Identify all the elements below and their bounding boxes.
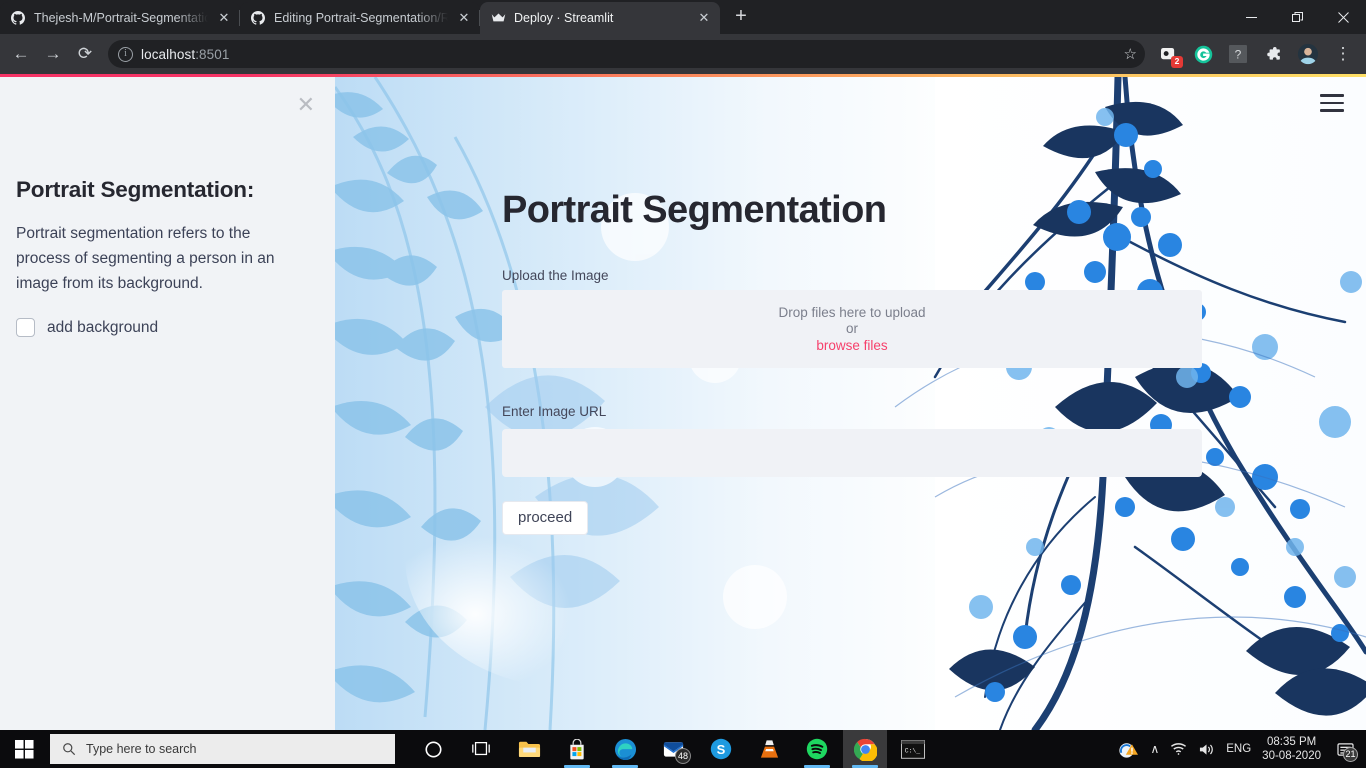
svg-text:S: S — [717, 742, 726, 757]
sidebar-description: Portrait segmentation refers to the proc… — [16, 225, 275, 292]
dropzone-drop-text: Drop files here to upload — [778, 304, 926, 320]
streamlit-icon — [490, 10, 506, 26]
new-tab-button[interactable]: + — [726, 2, 756, 32]
file-uploader-dropzone[interactable]: Drop files here to upload or browse file… — [502, 290, 1202, 368]
system-tray: ∧ ENG 08:35 PM 30-08-2020 21 — [1118, 730, 1366, 768]
wifi-icon[interactable] — [1170, 742, 1187, 756]
site-info-icon[interactable]: i — [118, 46, 133, 62]
file-explorer-icon[interactable] — [507, 730, 551, 768]
vlc-icon[interactable] — [747, 730, 791, 768]
streamlit-main-area: Portrait Segmentation Upload the Image D… — [335, 77, 1366, 730]
github-icon — [250, 10, 266, 26]
screen-capture-badge: 2 — [1171, 56, 1183, 68]
add-background-checkbox[interactable] — [16, 318, 35, 337]
profile-avatar[interactable] — [1295, 41, 1321, 67]
browser-titlebar: Thejesh-M/Portrait-Segmentation ✕ Editin… — [0, 0, 1366, 34]
skype-icon[interactable]: S — [699, 730, 743, 768]
svg-text:?: ? — [1235, 48, 1242, 62]
tab-title: Thejesh-M/Portrait-Segmentation — [34, 11, 208, 25]
add-background-label: add background — [47, 318, 159, 336]
browser-tab-1[interactable]: Thejesh-M/Portrait-Segmentation ✕ — [0, 2, 240, 34]
proceed-button[interactable]: proceed — [502, 501, 589, 535]
page-title: Portrait Segmentation — [502, 189, 887, 231]
screen-capture-icon[interactable]: 2 — [1155, 41, 1183, 68]
command-prompt-icon[interactable]: C:\_ — [891, 730, 935, 768]
update-warning-icon[interactable] — [1118, 740, 1139, 759]
dropzone-or-text: or — [845, 321, 858, 337]
tab-title: Deploy · Streamlit — [514, 11, 614, 25]
image-url-label: Enter Image URL — [502, 404, 607, 419]
streamlit-decoration-bar — [0, 74, 1366, 77]
extensions-puzzle-icon[interactable] — [1260, 41, 1286, 67]
page-viewport: Portrait Segmentation Upload the Image D… — [0, 74, 1366, 730]
streamlit-main-menu-icon[interactable] — [1320, 94, 1344, 112]
search-icon — [63, 743, 76, 756]
grammarly-icon[interactable] — [1190, 41, 1216, 67]
help-icon[interactable]: ? — [1225, 41, 1251, 67]
svg-text:C:\_: C:\_ — [905, 747, 921, 754]
notification-center-icon[interactable]: 21 — [1332, 730, 1358, 768]
back-button[interactable]: ← — [6, 39, 36, 69]
restore-button[interactable] — [1274, 0, 1320, 34]
bookmark-star-icon[interactable]: ☆ — [1124, 45, 1137, 63]
chrome-menu-icon[interactable]: ⋮ — [1330, 41, 1356, 67]
clock-date: 30-08-2020 — [1262, 750, 1321, 762]
mail-badge: 48 — [675, 748, 691, 764]
volume-icon[interactable] — [1198, 742, 1215, 757]
spotify-icon[interactable] — [795, 730, 839, 768]
sidebar-close-icon[interactable]: ✕ — [297, 94, 315, 116]
hamburger-bar — [1320, 94, 1344, 97]
browse-files-link[interactable]: browse files — [816, 338, 887, 354]
language-indicator[interactable]: ENG — [1226, 743, 1251, 755]
mail-icon[interactable]: 48 — [651, 730, 695, 768]
chrome-browser-window: Thejesh-M/Portrait-Segmentation ✕ Editin… — [0, 0, 1366, 768]
app-content: Portrait Segmentation Upload the Image D… — [502, 77, 1202, 535]
chrome-icon[interactable] — [843, 730, 887, 768]
browser-tab-3[interactable]: Deploy · Streamlit ✕ — [480, 2, 720, 34]
notification-count-badge: 21 — [1343, 747, 1358, 762]
sidebar-title: Portrait Segmentation: — [16, 177, 255, 202]
tab-close-icon[interactable]: ✕ — [696, 10, 712, 26]
image-url-input[interactable] — [502, 429, 1202, 477]
windows-taskbar: Type here to search 48 S C:\_ ∧ ENG 08:3… — [0, 730, 1366, 768]
tray-expand-chevron-icon[interactable]: ∧ — [1150, 742, 1159, 756]
hamburger-bar — [1320, 101, 1344, 105]
forward-button[interactable]: → — [38, 39, 68, 69]
taskbar-search-placeholder: Type here to search — [86, 742, 197, 756]
url-port: :8501 — [195, 46, 230, 62]
hamburger-bar — [1320, 109, 1344, 112]
window-controls — [1228, 0, 1366, 34]
streamlit-sidebar: ✕ Portrait Segmentation: Portrait segmen… — [0, 77, 335, 730]
github-icon — [10, 10, 26, 26]
browser-toolbar: ← → ⟳ i localhost:8501 ☆ 2 ? ⋮ — [0, 34, 1366, 74]
taskbar-clock[interactable]: 08:35 PM 30-08-2020 — [1262, 735, 1321, 763]
tab-title: Editing Portrait-Segmentation/README.md — [274, 11, 448, 25]
task-view-icon[interactable] — [459, 730, 503, 768]
file-uploader-label: Upload the Image — [502, 268, 609, 283]
tab-strip: Thejesh-M/Portrait-Segmentation ✕ Editin… — [0, 0, 756, 34]
reload-button[interactable]: ⟳ — [70, 39, 100, 69]
edge-icon[interactable] — [603, 730, 647, 768]
address-bar[interactable]: i localhost:8501 ☆ — [108, 40, 1145, 68]
taskbar-app-icons: 48 S C:\_ — [411, 730, 935, 768]
tab-close-icon[interactable]: ✕ — [216, 10, 232, 26]
tab-close-icon[interactable]: ✕ — [456, 10, 472, 26]
add-background-checkbox-row[interactable]: add background — [16, 318, 319, 337]
taskbar-search-box[interactable]: Type here to search — [50, 734, 395, 764]
microsoft-store-icon[interactable] — [555, 730, 599, 768]
toolbar-extension-icons: 2 ? ⋮ — [1155, 41, 1360, 68]
clock-time: 08:35 PM — [1266, 736, 1317, 748]
address-bar-url: localhost:8501 — [141, 47, 229, 62]
url-host: localhost — [141, 46, 196, 62]
browser-tab-2[interactable]: Editing Portrait-Segmentation/README.md … — [240, 2, 480, 34]
start-button[interactable] — [0, 730, 48, 768]
cortana-icon[interactable] — [411, 730, 455, 768]
close-button[interactable] — [1320, 0, 1366, 34]
minimize-button[interactable] — [1228, 0, 1274, 34]
